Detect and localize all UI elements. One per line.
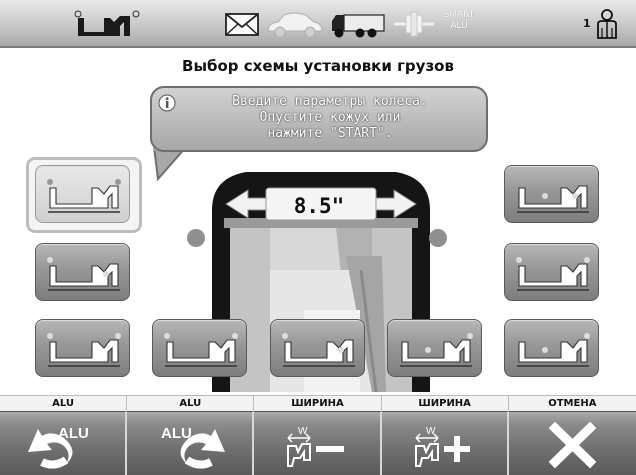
wheel-profile-icon[interactable] [70,6,150,42]
mail-icon[interactable] [224,6,260,42]
weight-icon[interactable] [392,6,436,42]
rotate-left-arrow-icon: ALU [28,425,89,469]
operator-number: 1 [583,17,591,30]
fn-label-3: ШИРИНА [254,396,382,411]
scheme-button-6[interactable] [387,319,482,377]
fn-label-1: ALU [0,396,128,411]
scheme-button-1[interactable] [35,165,130,223]
info-icon [158,94,176,112]
info-message-text: Введите параметры колеса. Опустите кожух… [232,94,428,141]
scheme-button-3[interactable] [35,319,130,377]
scheme-button-9[interactable] [504,319,599,377]
info-message-bubble: Введите параметры колеса. Опустите кожух… [150,86,488,152]
function-key-labels: ALU ALU ШИРИНА ШИРИНА ОТМЕНА [0,395,636,411]
scheme-button-2[interactable] [35,243,130,301]
alu-icon-text: ALU [161,425,192,442]
width-decrease-button[interactable]: W [254,411,382,475]
car-icon[interactable] [264,6,324,42]
fn-label-5: ОТМЕНА [548,398,597,409]
function-key-bar: ALU ALU W W [0,411,636,475]
alu-icon-text: ALU [58,425,89,442]
width-plus-icon: W [414,426,470,467]
close-icon [548,421,597,469]
rotate-right-arrow-icon: ALU [161,425,226,469]
alu-next-button[interactable]: ALU [127,411,255,475]
fn-label-4: ШИРИНА [382,396,509,411]
scheme-button-5[interactable] [270,319,365,377]
smart-alu-label: SMART ALU [443,10,475,31]
truck-icon[interactable] [330,6,386,42]
cancel-button[interactable] [508,411,636,475]
page-title: Выбор схемы установки грузов [182,57,454,75]
scheme-button-8[interactable] [504,243,599,301]
fn-label-2: ALU [127,396,255,411]
top-status-bar: SMART ALU 1 [0,0,636,48]
scheme-button-7[interactable] [504,165,599,223]
width-minus-icon: W [287,426,345,467]
width-increase-button[interactable]: W [381,411,509,475]
wheel-width-value: 8.5" [293,194,345,218]
scheme-button-4[interactable] [152,319,247,377]
operator-icon[interactable] [594,6,620,42]
bubble-tail [152,147,189,181]
alu-previous-button[interactable]: ALU [0,411,128,475]
